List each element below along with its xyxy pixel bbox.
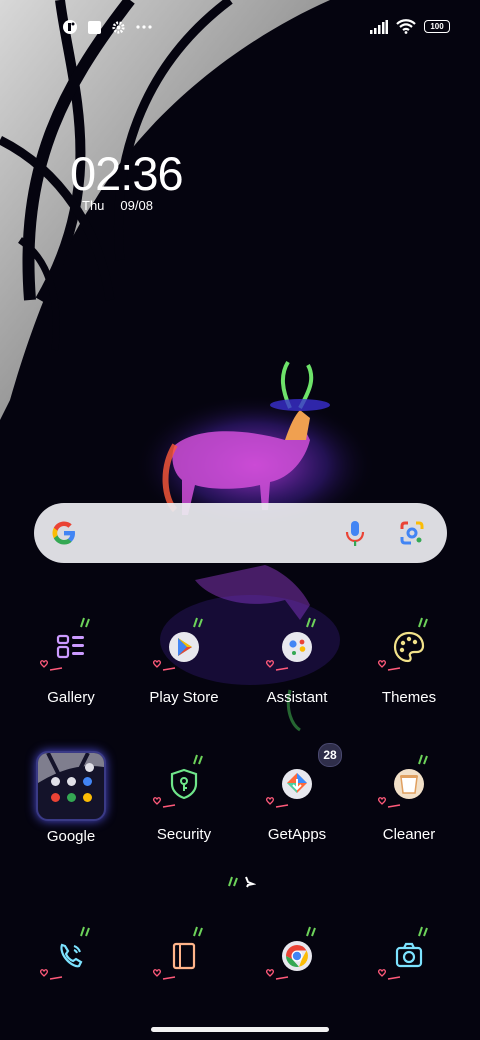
neon-sprout-icon [193, 617, 203, 628]
folder-app-dot [67, 793, 76, 802]
home-indicator[interactable] [151, 1027, 329, 1032]
neon-heart-icon [40, 660, 63, 671]
clock-date-value: 09/08 [120, 198, 153, 213]
clock-date: Thu 09/08 [82, 198, 183, 213]
signal-icon [370, 19, 388, 34]
phone-icon [40, 926, 96, 981]
app-security[interactable]: Security [129, 754, 239, 843]
neon-heart-icon [40, 969, 63, 980]
neon-heart-icon [378, 797, 401, 808]
getapps-icon: 28 [266, 743, 342, 809]
themes-palette-icon [378, 617, 434, 672]
clock-day: Thu [82, 198, 105, 213]
google-logo-icon [52, 521, 75, 545]
neon-sprout-icon [418, 617, 428, 628]
neon-sprout-icon [80, 926, 90, 937]
google-folder-icon [36, 751, 106, 821]
gallery-icon [40, 617, 96, 672]
neon-heart-icon [153, 797, 176, 808]
cleaner-icon [378, 754, 434, 809]
settings-notification-icon [112, 20, 125, 34]
neon-heart-icon [266, 660, 289, 671]
dock-notes[interactable] [129, 926, 239, 981]
neon-sprout-icon [80, 617, 90, 628]
app-getapps[interactable]: 28 GetApps [242, 743, 352, 843]
neon-heart-icon [153, 660, 176, 671]
neon-sprout-icon [418, 754, 428, 765]
neon-sprout-icon [193, 754, 203, 765]
wifi-icon [396, 19, 416, 34]
google-search-bar[interactable] [34, 503, 447, 563]
app-gallery[interactable]: Gallery [16, 617, 126, 706]
neon-sprout-icon [193, 926, 203, 937]
folder-app-dot [85, 763, 94, 772]
page-indicator[interactable] [226, 874, 256, 888]
app-label: Gallery [47, 689, 95, 706]
status-bar: 100 [0, 0, 480, 56]
app-themes[interactable]: Themes [354, 617, 464, 706]
notification-badge: 28 [318, 743, 342, 767]
app-label: Cleaner [382, 826, 436, 843]
clock-widget[interactable]: 02:36 Thu 09/08 [70, 147, 184, 214]
neon-heart-icon [378, 660, 401, 671]
app-assistant[interactable]: Assistant [242, 617, 352, 706]
app-notification-icon [63, 20, 77, 34]
app-label: Play Store [149, 689, 219, 706]
security-shield-icon [153, 754, 209, 809]
app-label: GetApps [267, 826, 327, 843]
neon-heart-icon [153, 969, 176, 980]
folder-app-dot [51, 777, 60, 786]
dock-camera[interactable] [354, 926, 464, 981]
neon-sprout-icon [306, 926, 316, 937]
chrome-icon [266, 926, 322, 981]
folder-app-dot [51, 793, 60, 802]
microphone-icon[interactable] [344, 519, 366, 547]
assistant-icon [266, 617, 322, 672]
camera-icon [378, 926, 434, 981]
battery-icon: 100 [424, 20, 450, 33]
lens-camera-icon[interactable] [398, 519, 426, 547]
more-notifications-icon [136, 25, 152, 29]
app-label: Security [156, 826, 212, 843]
neon-sprout-icon [418, 926, 428, 937]
clock-time: 02:36 [70, 147, 184, 200]
square-notification-icon [88, 20, 101, 34]
neon-heart-icon [378, 969, 401, 980]
app-cleaner[interactable]: Cleaner [354, 754, 464, 843]
dock-phone[interactable] [16, 926, 126, 981]
folder-app-dot [83, 777, 92, 786]
app-google-folder[interactable]: Google [16, 751, 126, 845]
app-label: Google [46, 828, 96, 845]
notes-icon [153, 926, 209, 981]
notification-icons [62, 19, 153, 35]
app-label: Assistant [266, 689, 328, 706]
neon-sprout-icon [306, 617, 316, 628]
app-play-store[interactable]: Play Store [129, 617, 239, 706]
neon-heart-icon [266, 797, 289, 808]
play-store-icon [153, 617, 209, 672]
folder-app-dot [83, 793, 92, 802]
dock-chrome[interactable] [242, 926, 352, 981]
app-label: Themes [381, 689, 437, 706]
neon-heart-icon [266, 969, 289, 980]
folder-app-dot [67, 777, 76, 786]
system-icons: 100 [370, 19, 450, 34]
